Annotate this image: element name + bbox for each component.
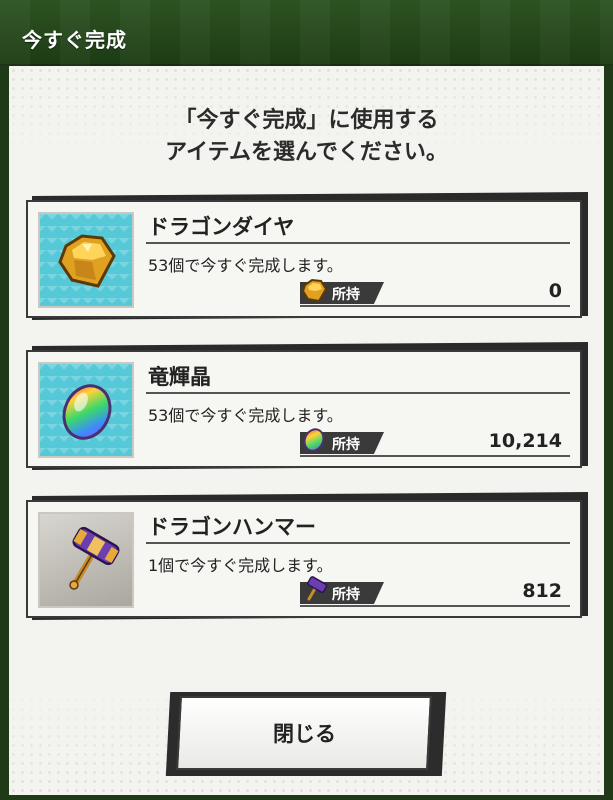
item-thumbnail xyxy=(38,212,134,308)
gold-gem-icon xyxy=(58,234,116,288)
item-thumbnail xyxy=(38,362,134,458)
card-body[interactable]: ドラゴンハンマー 1個で今すぐ完成します。 所持 812 xyxy=(26,500,582,618)
owned-count: 812 xyxy=(522,580,562,602)
owned-label: 所持 xyxy=(332,287,360,303)
rainbow-crystal-small-icon xyxy=(303,428,325,452)
close-button[interactable]: 閉じる xyxy=(176,696,432,770)
item-description: 53個で今すぐ完成します。 xyxy=(148,406,343,425)
owned-label: 所持 xyxy=(332,587,360,603)
item-card-dragon-crystal[interactable]: 竜輝晶 53個で今すぐ完成します。 所持 10,214 xyxy=(26,342,588,472)
close-button-label: 閉じる xyxy=(272,722,336,746)
divider xyxy=(300,455,570,457)
item-name: ドラゴンハンマー xyxy=(148,515,316,539)
instruction-line-2: アイテムを選んでください。 xyxy=(165,140,448,165)
dialog-title: 今すぐ完成 xyxy=(22,28,127,52)
dragon-hammer-icon xyxy=(69,526,120,590)
item-description: 1個で今すぐ完成します。 xyxy=(148,556,333,575)
dragon-hammer-small-icon xyxy=(307,576,328,601)
divider xyxy=(300,305,570,307)
card-body[interactable]: 竜輝晶 53個で今すぐ完成します。 所持 10,214 xyxy=(26,350,582,468)
item-card-dragon-hammer[interactable]: ドラゴンハンマー 1個で今すぐ完成します。 所持 812 xyxy=(26,492,588,622)
owned-count: 0 xyxy=(548,280,562,302)
owned-label: 所持 xyxy=(332,437,360,453)
item-thumbnail xyxy=(38,512,134,608)
card-body[interactable]: ドラゴンダイヤ 53個で今すぐ完成します。 所持 0 xyxy=(26,200,582,318)
divider xyxy=(300,605,570,607)
gold-gem-small-icon xyxy=(301,278,328,303)
divider xyxy=(146,392,570,394)
item-card-dragon-diamond[interactable]: ドラゴンダイヤ 53個で今すぐ完成します。 所持 0 xyxy=(26,192,588,322)
rainbow-crystal-icon xyxy=(62,384,112,440)
instruction-text: 「今すぐ完成」に使用する アイテムを選んでください。 xyxy=(0,105,613,169)
divider xyxy=(146,542,570,544)
instruction-line-1: 「今すぐ完成」に使用する xyxy=(174,108,439,133)
item-name: ドラゴンダイヤ xyxy=(148,215,295,239)
item-name: 竜輝晶 xyxy=(148,365,211,389)
divider xyxy=(146,242,570,244)
title-bar: 今すぐ完成 xyxy=(0,0,613,66)
item-description: 53個で今すぐ完成します。 xyxy=(148,256,343,275)
owned-count: 10,214 xyxy=(488,430,562,452)
